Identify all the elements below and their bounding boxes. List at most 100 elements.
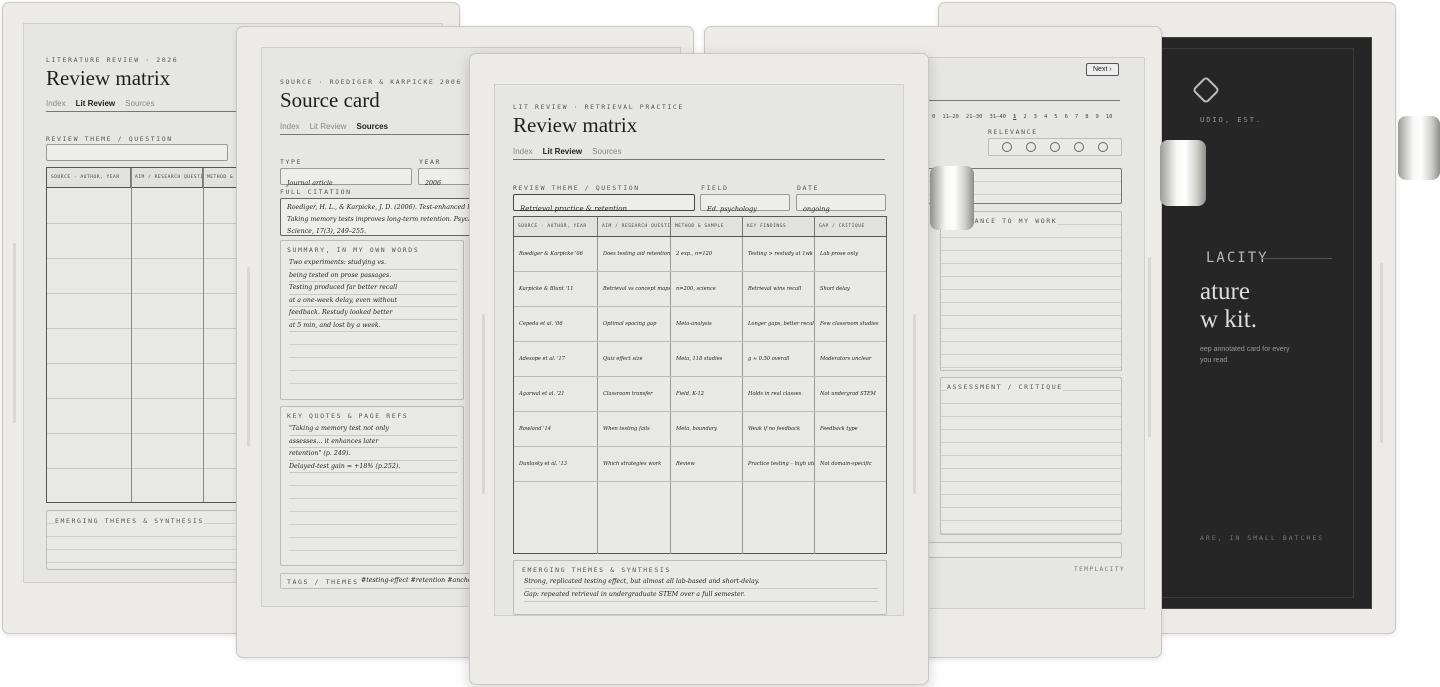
- page-link[interactable]: 9: [1096, 114, 1099, 120]
- question-field[interactable]: [46, 144, 228, 161]
- tab-index[interactable]: Index: [46, 99, 66, 108]
- relevance-radio-3[interactable]: [1050, 142, 1060, 152]
- cell-method: Review: [671, 447, 743, 481]
- relevance-radio-4[interactable]: [1074, 142, 1084, 152]
- type-field[interactable]: Journal article: [280, 168, 412, 187]
- kicker: LIT REVIEW · RETRIEVAL PRACTICE: [513, 103, 684, 111]
- relevance-rating: [988, 138, 1122, 156]
- page-link[interactable]: 5: [1054, 114, 1057, 120]
- cell-gap: Moderators unclear: [820, 356, 872, 362]
- year-label: YEAR: [419, 158, 442, 166]
- col-header: GAP / CRITIQUE: [819, 224, 865, 229]
- col-header: SOURCE · AUTHOR, YEAR: [47, 168, 131, 187]
- summary-line: Testing produced far better recall: [289, 282, 457, 295]
- summary-line: being tested on prose passages.: [289, 270, 457, 282]
- cell-method: Meta-analysis: [671, 307, 743, 341]
- table-row[interactable]: Dunlosky et al. '13 Which strategies wor…: [514, 447, 886, 482]
- synthesis-label: EMERGING THEMES & SYNTHESIS: [55, 517, 204, 525]
- cell-aim: Does testing aid retention?: [598, 237, 671, 271]
- page-link[interactable]: 3: [1034, 114, 1037, 120]
- synthesis-line: Gap: repeated retrieval in undergraduate…: [524, 589, 878, 602]
- table-header: SOURCE · AUTHOR, YEAR AIM / RESEARCH QUE…: [514, 217, 886, 237]
- cell-findings: Testing > restudy at 1wk: [743, 237, 815, 271]
- quote-line: assesses… it enhances later: [289, 436, 457, 448]
- kicker: SOURCE · ROEDIGER & KARPICKE 2006: [280, 78, 462, 86]
- cell-method: Meta, 118 studies: [671, 342, 743, 376]
- synthesis-box[interactable]: EMERGING THEMES & SYNTHESIS Strong, repl…: [513, 560, 887, 615]
- cell-gap: Few classroom studies: [820, 321, 879, 327]
- cell-findings: g ≈ 0.50 overall: [743, 342, 815, 376]
- quotes-box[interactable]: KEY QUOTES & PAGE REFS "Taking a memory …: [280, 406, 464, 566]
- relevance-work-box[interactable]: RELEVANCE TO MY WORK: [940, 211, 1122, 371]
- table-row[interactable]: Roediger & Karpicke '06 Does testing aid…: [514, 237, 886, 272]
- relevance-radio-1[interactable]: [1002, 142, 1012, 152]
- relevance-radio-2[interactable]: [1026, 142, 1036, 152]
- quote-line: Delayed-test gain ≈ +18% (p.252).: [289, 461, 457, 473]
- page-link[interactable]: 11–20: [942, 114, 959, 120]
- cell-source: Adesope et al. '17: [514, 342, 598, 376]
- cell-source: Rowland '14: [514, 412, 598, 446]
- summary-line: at a one-week delay, even without: [289, 295, 457, 307]
- summary-line: Two experiments: studying vs.: [289, 257, 457, 270]
- page-link[interactable]: 8: [1085, 114, 1088, 120]
- device-center: LIT REVIEW · RETRIEVAL PRACTICE Review m…: [469, 53, 929, 685]
- question-field[interactable]: Retrieval practice & retention: [513, 194, 695, 213]
- question-value: Retrieval practice & retention: [520, 205, 627, 213]
- tab-lit-review[interactable]: Lit Review: [310, 122, 347, 131]
- cell-findings: Longer gaps, better recall: [743, 307, 815, 341]
- brand-wordmark: LACITY: [1206, 250, 1269, 266]
- page-title: Review matrix: [513, 113, 638, 137]
- cell-aim: Classroom transfer: [598, 377, 671, 411]
- cell-source: Dunlosky et al. '13: [514, 447, 598, 481]
- page-link-active[interactable]: 1: [1013, 114, 1016, 120]
- page-link[interactable]: 6: [1065, 114, 1068, 120]
- table-row[interactable]: Agarwal et al. '21 Classroom transfer Fi…: [514, 377, 886, 412]
- table-row[interactable]: Adesope et al. '17 Quiz effect size Meta…: [514, 342, 886, 377]
- assessment-box[interactable]: ASSESSMENT / CRITIQUE: [940, 377, 1122, 535]
- col-header: AIM / RESEARCH QUESTION: [131, 168, 203, 187]
- table-row[interactable]: Rowland '14 When testing fails Meta, bou…: [514, 412, 886, 447]
- field-field[interactable]: Ed. psychology: [700, 194, 790, 213]
- tab-index[interactable]: Index: [513, 147, 533, 156]
- page-link[interactable]: 2: [1023, 114, 1026, 120]
- page-link[interactable]: 31–40: [989, 114, 1006, 120]
- question-label: REVIEW THEME / QUESTION: [46, 135, 173, 143]
- tab-sources[interactable]: Sources: [356, 122, 388, 131]
- cell-aim: Which strategies work: [598, 447, 671, 481]
- tab-lit-review[interactable]: Lit Review: [543, 147, 583, 156]
- roll-decoration: [1398, 116, 1440, 180]
- summary-line: at 5 min, and lost by a week.: [289, 320, 457, 332]
- summary-box[interactable]: SUMMARY, IN MY OWN WORDS Two experiments…: [280, 240, 464, 400]
- cell-source: Karpicke & Blunt '11: [514, 272, 598, 306]
- relevance-radio-5[interactable]: [1098, 142, 1108, 152]
- page-link[interactable]: 7: [1075, 114, 1078, 120]
- summary-line: feedback. Restudy looked better: [289, 307, 457, 320]
- tab-lit-review[interactable]: Lit Review: [76, 99, 116, 108]
- cell-findings: Retrieval wins recall: [743, 272, 815, 306]
- table-row-empty[interactable]: [514, 482, 886, 554]
- table-row[interactable]: Cepeda et al. '06 Optimal spacing gap Me…: [514, 307, 886, 342]
- roll-decoration: [930, 166, 974, 230]
- tab-index[interactable]: Index: [280, 122, 300, 131]
- tab-sources[interactable]: Sources: [592, 147, 621, 156]
- tags-box[interactable]: [926, 542, 1122, 558]
- col-header: KEY FINDINGS: [743, 217, 815, 236]
- page-title: Source card: [280, 88, 380, 112]
- review-matrix-table: SOURCE · AUTHOR, YEAR AIM / RESEARCH QUE…: [513, 216, 887, 554]
- quote-line: "Taking a memory test not only: [289, 423, 457, 436]
- page-link[interactable]: 21–30: [966, 114, 983, 120]
- table-row[interactable]: Karpicke & Blunt '11 Retrieval vs concep…: [514, 272, 886, 307]
- cell-findings: Weak if no feedback: [743, 412, 815, 446]
- page-link[interactable]: 10: [1106, 114, 1113, 120]
- cell-aim: Quiz effect size: [598, 342, 671, 376]
- page-link[interactable]: 0: [932, 114, 935, 120]
- next-button[interactable]: Next ›: [1086, 63, 1119, 76]
- col-header: SOURCE · AUTHOR, YEAR: [514, 217, 598, 236]
- date-field[interactable]: ongoing: [796, 194, 886, 213]
- page-index: 0 11–20 21–30 31–40 1 2 3 4 5 6 7 8 9 10: [932, 114, 1112, 120]
- cell-aim: When testing fails: [598, 412, 671, 446]
- cell-gap: Feedback type: [820, 426, 858, 432]
- field-value: Ed. psychology: [707, 205, 757, 213]
- page-link[interactable]: 4: [1044, 114, 1047, 120]
- tab-sources[interactable]: Sources: [125, 99, 154, 108]
